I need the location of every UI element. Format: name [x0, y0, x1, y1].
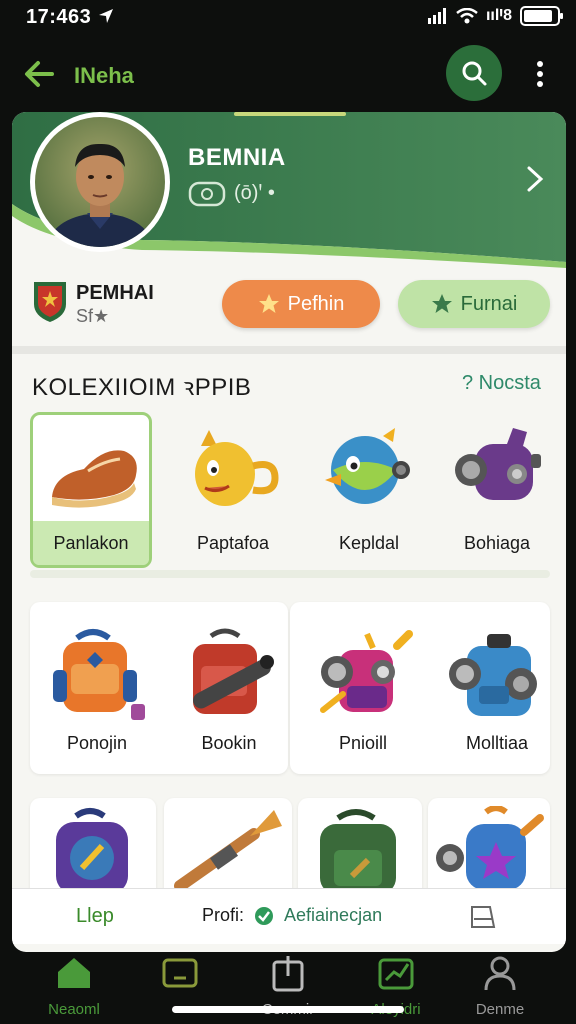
inbox-icon[interactable] — [468, 903, 498, 931]
stat-icon — [188, 181, 226, 207]
chevron-right-icon[interactable] — [524, 164, 546, 194]
profile-header[interactable]: BEMNIA (ō)ꞌ • — [12, 112, 566, 272]
search-icon — [462, 61, 487, 86]
clock: 17:463 — [26, 6, 92, 28]
user-icon — [484, 956, 516, 991]
more-vert-icon[interactable] — [530, 58, 550, 90]
collection-item[interactable]: Kepldal — [308, 412, 430, 568]
profile-rank: Sf★ — [76, 306, 110, 326]
app-bar: INeha — [0, 40, 576, 110]
blue-star-gadget-icon[interactable] — [436, 806, 546, 892]
red-bag-icon — [193, 628, 274, 714]
page-title: INeha — [74, 63, 134, 88]
collection-link[interactable]: ? Nocsta — [462, 372, 541, 395]
player-name: BEMNIA — [188, 144, 286, 171]
collection-item[interactable]: Paptafoa — [172, 412, 294, 568]
nav-item-profile[interactable]: Denme — [450, 954, 550, 1018]
chart-icon — [378, 958, 414, 990]
purple-backpack-icon[interactable] — [48, 806, 138, 892]
collection-item[interactable]: Pnioill — [302, 612, 424, 768]
yellow-creature-icon — [195, 430, 279, 506]
profile-name: PEMHAI — [76, 282, 154, 304]
location-arrow-icon — [99, 9, 113, 23]
blue-bird-icon — [325, 428, 410, 504]
flag-star-icon — [431, 294, 452, 313]
profile-row: PEMHAI Sf★ Pefhin Furnai — [12, 272, 566, 346]
avatar-photo — [35, 117, 165, 247]
secondary-action-button[interactable]: Furnai — [398, 280, 550, 328]
nav-item-home[interactable]: Neaoml — [24, 954, 124, 1018]
nav-item-tv[interactable] — [130, 954, 230, 1001]
orange-backpack-icon — [53, 629, 145, 720]
collection-item[interactable]: Bohiaga — [436, 412, 558, 568]
primary-action-button[interactable]: Pefhin — [222, 280, 380, 328]
star-icon — [258, 294, 279, 313]
collection-item[interactable]: Bookin — [168, 612, 290, 768]
collection-title: KOLEXIIOIM ꝛPPIB — [32, 374, 252, 401]
purple-robot-icon — [455, 428, 541, 500]
avatar[interactable] — [30, 112, 170, 252]
wifi-icon — [456, 8, 478, 24]
back-arrow-icon[interactable] — [22, 56, 58, 92]
pink-gadget-icon — [320, 630, 413, 713]
collection-item[interactable]: Ponojin — [36, 612, 158, 768]
bottom-navigation: Neaoml Cemmir Aleyidri Denme — [0, 952, 576, 1024]
sneaker-icon — [52, 450, 137, 508]
carrier-text: ıılꞋ8 — [485, 7, 512, 24]
signal-icon — [427, 8, 446, 24]
status-bar: 17:463 ıılꞋ8 — [0, 0, 576, 34]
collection-item[interactable]: Panlakon — [30, 412, 152, 568]
profile-status: Profi: Aefiainecjan — [202, 905, 383, 925]
share-icon — [272, 956, 304, 992]
shield-badge-icon — [34, 282, 66, 322]
battery-icon — [520, 6, 563, 26]
home-indicator[interactable] — [172, 1006, 404, 1013]
home-icon — [58, 958, 90, 988]
profile-card: BEMNIA (ō)ꞌ • PEMHAI Sf★ Pefhin Furnai K… — [12, 112, 566, 952]
search-button[interactable] — [446, 45, 502, 101]
blue-camera-icon — [449, 634, 537, 716]
check-shield-icon — [255, 906, 274, 925]
level-label[interactable]: Llep — [76, 905, 114, 928]
drag-handle[interactable] — [234, 112, 346, 116]
green-backpack-icon[interactable] — [308, 806, 408, 892]
section-divider — [12, 346, 566, 354]
row-separator — [30, 570, 550, 578]
trumpet-icon[interactable] — [174, 806, 284, 892]
collection-item[interactable]: Molltiaa — [436, 612, 558, 768]
player-subtitle: (ō)ꞌ • — [188, 178, 275, 208]
tv-icon — [162, 958, 198, 988]
profile-status-strip: Llep Profi: Aefiainecjan — [12, 888, 566, 944]
